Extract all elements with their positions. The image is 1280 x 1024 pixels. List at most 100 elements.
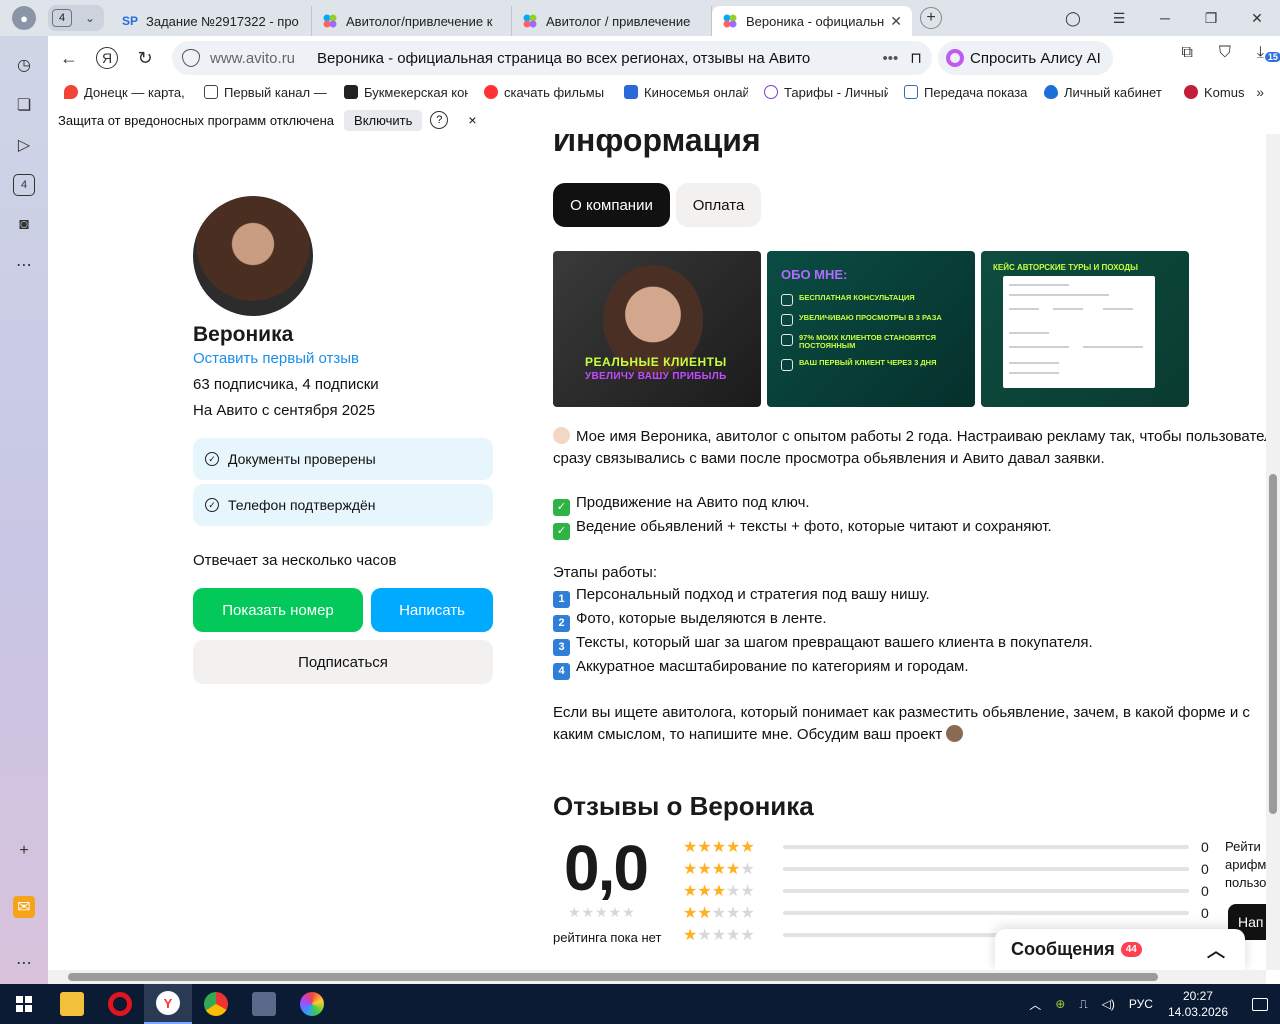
close-notice-icon[interactable]: × xyxy=(468,112,476,128)
explorer-app[interactable] xyxy=(48,984,96,1024)
tab-about-company[interactable]: О компании xyxy=(553,183,670,227)
scroll-thumb[interactable] xyxy=(1269,474,1277,814)
close-window-icon[interactable]: ✕ xyxy=(1234,10,1280,27)
window-controls: ◯ ☰ ─ ❐ ✕ xyxy=(1050,0,1280,36)
windows-icon xyxy=(16,996,32,1012)
bookmark-item[interactable]: Букмекерская кон xyxy=(328,85,468,100)
rating-bar xyxy=(783,867,1189,871)
sp-favicon-icon: SP xyxy=(122,14,139,28)
bookmark-item[interactable]: Донецк — карта, с xyxy=(48,85,188,100)
gallery-image-3[interactable]: КЕЙС АВТОРСКИЕ ТУРЫ И ПОХОДЫ xyxy=(981,251,1189,407)
editor-app[interactable] xyxy=(240,984,288,1024)
bookmarks-more-icon[interactable]: » xyxy=(1256,84,1264,100)
woman-emoji-icon xyxy=(553,427,570,444)
network-icon[interactable]: ⎍ xyxy=(1079,997,1087,1012)
tab-veronika[interactable]: Вероника - официальн ✕ xyxy=(712,6,912,36)
clock[interactable]: 20:27 14.03.2026 xyxy=(1168,988,1228,1020)
star-rating-icon: ★★★★★ xyxy=(683,905,755,922)
bookmark-item[interactable]: Komus xyxy=(1168,85,1252,100)
ask-alice-label: Спросить Алису AI xyxy=(970,49,1101,67)
restore-icon[interactable]: ❐ xyxy=(1188,10,1234,27)
play-icon[interactable]: ▷ xyxy=(13,134,35,156)
tab-payment[interactable]: Оплата xyxy=(676,183,761,227)
profile-icon[interactable]: ● xyxy=(12,6,36,30)
map-pin-icon xyxy=(64,85,78,99)
avatar[interactable] xyxy=(193,196,313,316)
horizontal-scrollbar[interactable] xyxy=(48,970,1266,984)
help-icon[interactable]: ? xyxy=(430,111,449,129)
monitor-icon xyxy=(624,85,638,99)
bookmark-icon[interactable]: ⊓ xyxy=(910,49,922,67)
reload-icon[interactable]: ↻ xyxy=(128,41,162,75)
shield-icon[interactable] xyxy=(182,49,200,67)
more-dots-icon[interactable]: ⋯ xyxy=(13,952,35,974)
bookmark-item[interactable]: Личный кабинет xyxy=(1028,85,1168,100)
more-dots-icon[interactable]: ••• xyxy=(883,50,899,67)
chrome-app[interactable] xyxy=(192,984,240,1024)
history-icon[interactable]: ◷ xyxy=(13,54,35,76)
komus-icon xyxy=(1184,85,1198,99)
tab-group[interactable]: 4 ⌄ xyxy=(48,5,104,31)
downloads-badge: 15 xyxy=(1264,52,1280,62)
chevron-up-icon[interactable]: ︿ xyxy=(1029,996,1041,1013)
bookmark-item[interactable]: скачать фильмы 2 xyxy=(468,85,608,100)
show-phone-button[interactable]: Показать номер xyxy=(193,588,363,632)
gallery-image-2[interactable]: ОБО МНЕ: БЕСПЛАТНАЯ КОНСУЛЬТАЦИЯ УВЕЛИЧИ… xyxy=(767,251,975,407)
write-message-button[interactable]: Написать xyxy=(371,588,493,632)
yandex-icon[interactable]: Я xyxy=(96,47,118,69)
leave-review-link[interactable]: Оставить первый отзыв xyxy=(193,350,359,367)
add-icon[interactable]: + xyxy=(13,840,35,862)
description-line: ✓ Продвижение на Авито под ключ. xyxy=(553,492,1266,516)
extension-icon[interactable]: ⛉ xyxy=(1219,44,1231,62)
address-input[interactable]: www.avito.ru Вероника - официальная стра… xyxy=(172,41,932,75)
bookmark-item[interactable]: Передача показан xyxy=(888,85,1028,100)
profile-name: Вероника xyxy=(193,323,294,346)
collections-icon[interactable]: ❏ xyxy=(13,94,35,116)
minimize-icon[interactable]: ─ xyxy=(1142,10,1188,26)
chevron-up-icon[interactable]: ︿ xyxy=(1207,937,1225,963)
bookmark-item[interactable]: Первый канал — с xyxy=(188,85,328,100)
new-tab-button[interactable]: + xyxy=(920,7,942,29)
enable-protection-button[interactable]: Включить xyxy=(344,109,423,131)
notifications-icon[interactable] xyxy=(1240,997,1280,1011)
profile-icon[interactable]: ◯ xyxy=(1050,10,1096,27)
camera-icon[interactable]: ◙ xyxy=(13,214,35,236)
description-blank xyxy=(553,540,1266,562)
bookmark-item[interactable]: Тарифы - Личный xyxy=(748,85,888,100)
tab-avitolog-2[interactable]: Авитолог / привлечение xyxy=(512,6,712,36)
tab-avitolog-1[interactable]: Авитолог/привлечение к xyxy=(312,6,512,36)
ask-alice-button[interactable]: Спросить Алису AI xyxy=(938,41,1113,75)
close-tab-icon[interactable]: ✕ xyxy=(890,13,902,30)
mail-icon[interactable]: ✉ xyxy=(13,896,35,918)
back-icon[interactable]: ← xyxy=(52,41,86,75)
yandex-browser-app[interactable]: Y xyxy=(144,984,192,1024)
network-status-icon[interactable]: ⊕ xyxy=(1055,997,1065,1011)
start-button[interactable] xyxy=(0,984,48,1024)
chevron-down-icon[interactable]: ⌄ xyxy=(80,11,100,25)
subscribers-text[interactable]: 63 подписчика, 4 подписки xyxy=(193,376,379,393)
rating-value: 0,0 xyxy=(564,832,649,904)
language-indicator[interactable]: РУС xyxy=(1129,997,1153,1011)
scroll-thumb[interactable] xyxy=(68,973,1158,981)
reading-icon[interactable]: ⧉ xyxy=(1181,44,1192,62)
gallery-image-1[interactable]: РЕАЛЬНЫЕ КЛИЕНТЫ УВЕЛИЧУ ВАШУ ПРИБЫЛЬ xyxy=(553,251,761,407)
tab-task[interactable]: SP Задание №2917322 - про xyxy=(112,6,312,36)
more-dots-icon[interactable]: ⋯ xyxy=(13,254,35,276)
yandex-icon xyxy=(484,85,498,99)
rating-count: 0 xyxy=(1201,883,1209,899)
downloads-icon[interactable]: ⤓ 15 xyxy=(1257,44,1280,62)
bookmark-item[interactable]: Киносемья онлай xyxy=(608,85,748,100)
volume-icon[interactable]: ◁) xyxy=(1102,997,1115,1011)
opera-app[interactable] xyxy=(96,984,144,1024)
bookmark-label: скачать фильмы 2 xyxy=(504,84,608,100)
tabs-count-icon[interactable]: 4 xyxy=(13,174,35,196)
menu-icon[interactable]: ☰ xyxy=(1096,10,1142,27)
subscribe-button[interactable]: Подписаться xyxy=(193,640,493,684)
photos-app[interactable] xyxy=(288,984,336,1024)
tab-group-count[interactable]: 4 xyxy=(52,9,72,27)
taskbar: Y ︿ ⊕ ⎍ ◁) РУС 20:27 14.03.2026 xyxy=(0,984,1280,1024)
water-drop-icon xyxy=(1044,85,1058,99)
vertical-scrollbar[interactable] xyxy=(1266,134,1280,970)
gallery-list-item: УВЕЛИЧИВАЮ ПРОСМОТРЫ В 3 РАЗА xyxy=(781,313,961,326)
messages-widget[interactable]: Сообщения 44 ︿ xyxy=(995,929,1245,970)
